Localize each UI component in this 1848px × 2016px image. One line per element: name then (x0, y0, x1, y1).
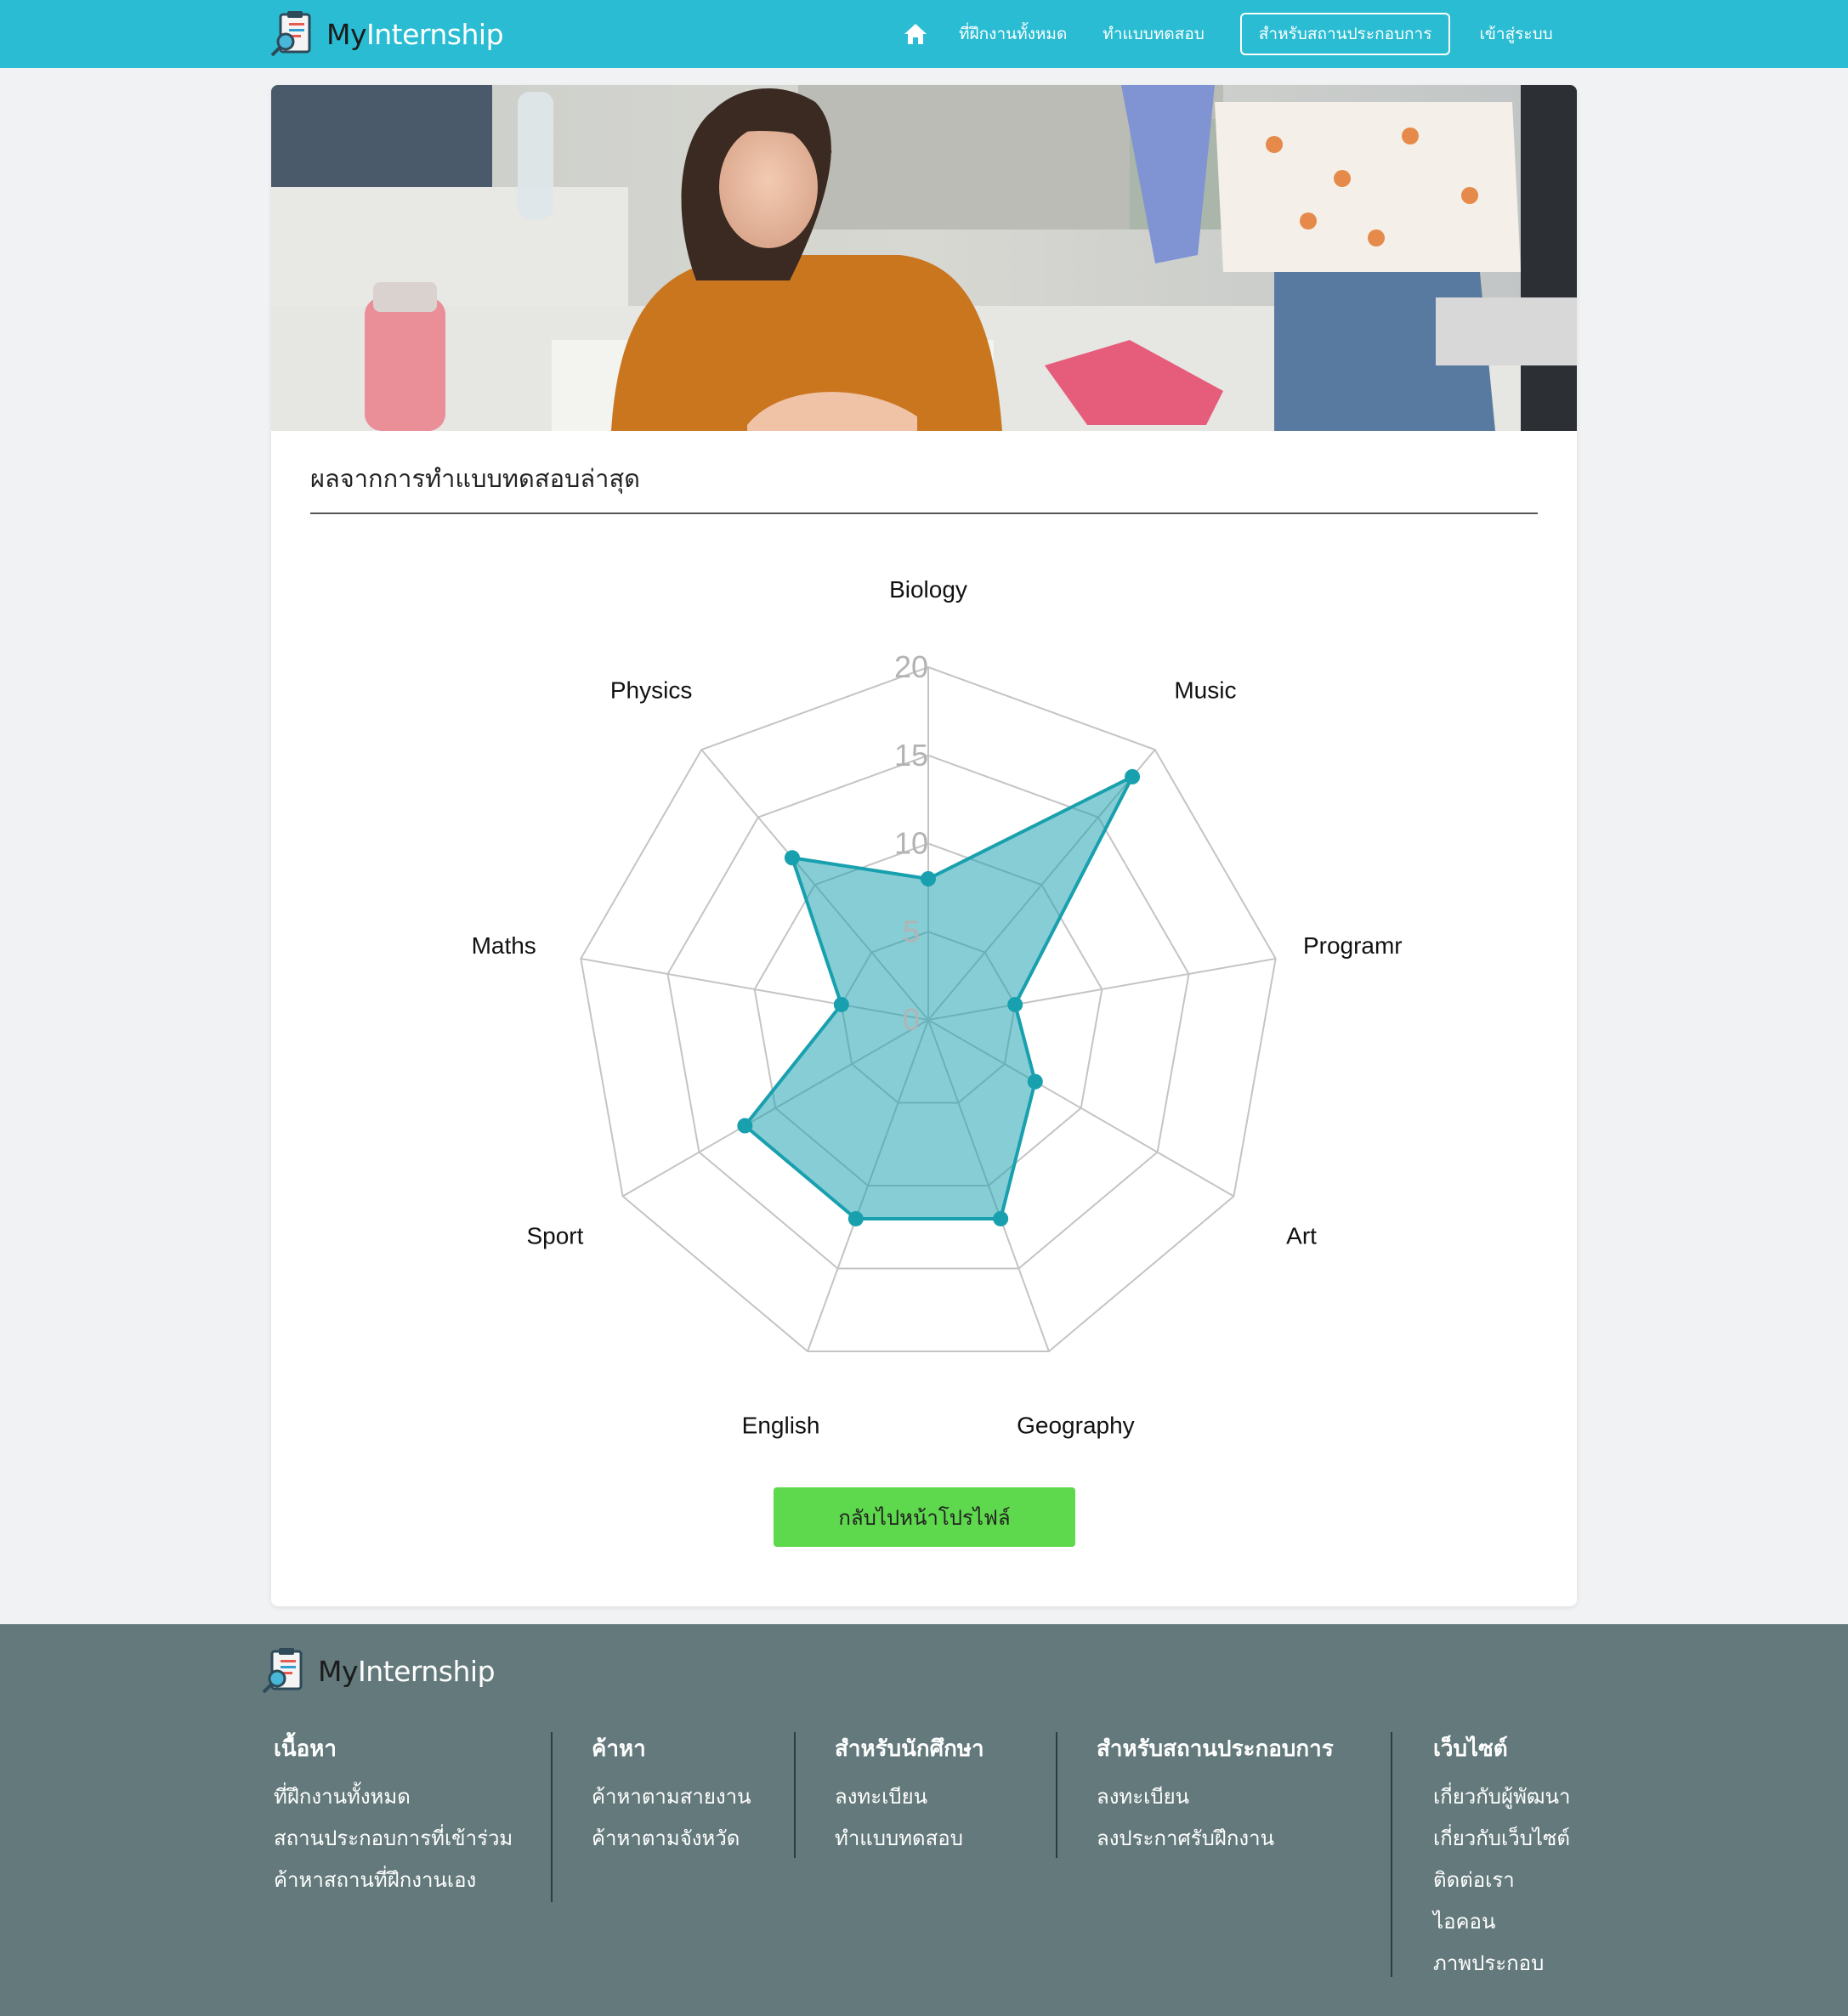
footer-link[interactable]: ลงทะเบียน (1097, 1776, 1334, 1818)
radar-chart: 0 5 10 15 20 Biology Music Programr Art Geography… (472, 576, 1403, 1438)
nav-take-quiz[interactable]: ทำแบบทดสอบ (1103, 21, 1205, 47)
nav-menu: ที่ฝึกงานทั้งหมด ทำแบบทดสอบ สำหรับสถานปร… (903, 0, 1553, 68)
footer-col-content: เนื้อหา ที่ฝึกงานทั้งหมด สถานประกอบการที… (274, 1731, 513, 1901)
hero-classroom-image (271, 85, 1577, 431)
radar-axis-label: Physics (610, 677, 692, 704)
footer-col-title: สำหรับนักศึกษา (835, 1736, 984, 1762)
nav-all-internships[interactable]: ที่ฝึกงานทั้งหมด (959, 21, 1067, 47)
footer-separator (551, 1732, 553, 1902)
footer-separator (794, 1732, 796, 1858)
top-navbar: MyInternship ที่ฝึกงานทั้งหมด ทำแบบทดสอบ… (0, 0, 1848, 68)
footer-link[interactable]: ไอคอน (1433, 1901, 1570, 1943)
footer-col-website: เว็บไซต์ เกี่ยวกับผู้พัฒนา เกี่ยวกับเว็บ… (1433, 1731, 1570, 1985)
radar-data-point (1027, 1073, 1043, 1090)
page-title: ผลจากการทำแบบทดสอบล่าสุด (310, 464, 640, 493)
footer-link[interactable]: สถานประกอบการที่เข้าร่วม (274, 1818, 513, 1860)
radar-tick-label: 15 (894, 738, 928, 773)
back-to-profile-button[interactable]: กลับไปหน้าโปรไฟล์ (774, 1487, 1075, 1547)
footer-separator (1391, 1732, 1392, 1977)
footer-link[interactable]: ค้าหาตามสายงาน (592, 1776, 751, 1818)
radar-data-point (784, 850, 800, 866)
radar-axis-label: Biology (889, 576, 967, 603)
radar-data-point (833, 996, 849, 1012)
result-card: ผลจากการทำแบบทดสอบล่าสุด 0 5 10 15 20 Biology… (271, 85, 1577, 1606)
radar-data-point (1007, 996, 1023, 1012)
radar-axis-label: English (742, 1412, 820, 1438)
nav-for-companies[interactable]: สำหรับสถานประกอบการ (1239, 13, 1451, 55)
footer-link[interactable]: เกี่ยวกับผู้พัฒนา (1433, 1776, 1570, 1818)
radar-data-point (993, 1210, 1009, 1226)
footer-link[interactable]: ภาพประกอบ (1433, 1943, 1570, 1985)
radar-axis-label: Programr (1303, 932, 1403, 959)
title-divider (310, 512, 1538, 514)
logo-text-my: My (326, 17, 367, 51)
site-footer: MyInternship เนื้อหา ที่ฝึกงานทั้งหมด สถ… (0, 1624, 1848, 2016)
footer-col-title: สำหรับสถานประกอบการ (1097, 1736, 1334, 1762)
footer-link[interactable]: ค้าหาตามจังหวัด (592, 1818, 751, 1860)
radar-tick-label: 10 (894, 826, 928, 861)
footer-link[interactable]: ลงทะเบียน (835, 1776, 984, 1818)
footer-separator (1056, 1732, 1057, 1858)
footer-link[interactable]: ลงประกาศรับฝึกงาน (1097, 1818, 1334, 1860)
footer-link[interactable]: ทำแบบทดสอบ (835, 1818, 984, 1860)
radar-axis-label: Geography (1017, 1412, 1135, 1438)
footer-col-title: ค้าหา (592, 1736, 646, 1762)
radar-axis-label: Art (1286, 1223, 1317, 1249)
site-logo[interactable]: MyInternship (269, 9, 504, 59)
footer-col-companies: สำหรับสถานประกอบการ ลงทะเบียน ลงประกาศรั… (1097, 1731, 1334, 1860)
radar-data-point (847, 1210, 864, 1226)
footer-link[interactable]: เกี่ยวกับเว็บไซต์ (1433, 1818, 1570, 1860)
logo-text-internship: Internship (358, 1654, 496, 1688)
footer-link[interactable]: ติดต่อเรา (1433, 1860, 1570, 1901)
radar-data-point (737, 1118, 753, 1134)
footer-col-search: ค้าหา ค้าหาตามสายงาน ค้าหาตามจังหวัด (592, 1731, 751, 1860)
radar-data-point (921, 871, 936, 886)
radar-axis-label: Music (1174, 677, 1236, 704)
radar-data-point (1125, 768, 1141, 784)
footer-col-title: เว็บไซต์ (1433, 1736, 1508, 1762)
footer-link[interactable]: ค้าหาสถานที่ฝึกงานเอง (274, 1860, 513, 1901)
radar-axis-label: Maths (472, 932, 536, 959)
clipboard-logo-icon (270, 11, 311, 57)
radar-axis-label: Sport (526, 1223, 583, 1249)
clipboard-logo-icon (262, 1648, 303, 1694)
nav-login[interactable]: เข้าสู่ระบบ (1479, 21, 1552, 47)
radar-tick-label: 5 (903, 914, 920, 949)
logo-text-internship: Internship (366, 17, 504, 51)
home-icon[interactable] (903, 21, 928, 47)
footer-link[interactable]: ที่ฝึกงานทั้งหมด (274, 1776, 513, 1818)
logo-text-my: My (318, 1654, 359, 1688)
footer-logo[interactable]: MyInternship (260, 1646, 496, 1696)
footer-col-students: สำหรับนักศึกษา ลงทะเบียน ทำแบบทดสอบ (835, 1731, 984, 1860)
radar-tick-label: 20 (894, 649, 928, 684)
footer-col-title: เนื้อหา (274, 1736, 337, 1762)
radar-tick-label: 0 (903, 1002, 920, 1037)
